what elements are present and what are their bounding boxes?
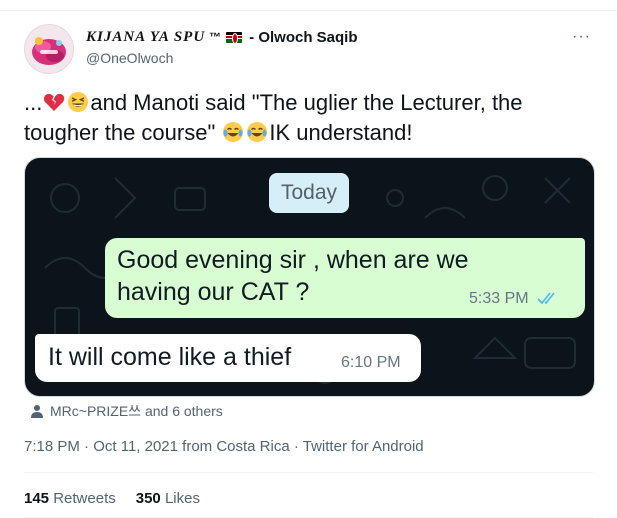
outgoing-message-time: 5:33 PM <box>469 290 529 307</box>
meta-separator: · <box>79 438 94 455</box>
retweets-stat[interactable]: 145 Retweets <box>24 490 116 507</box>
author-handle[interactable]: @OneOlwoch <box>86 50 173 66</box>
kenya-flag-icon <box>226 31 243 43</box>
person-icon <box>31 405 43 418</box>
trademark-mark: ™ <box>209 30 222 44</box>
tagged-users[interactable]: MRc~PRIZE쓰 and 6 others <box>30 402 223 420</box>
author-display-name[interactable]: KIJANA YA SPU <box>86 29 205 46</box>
retweets-count: 145 <box>24 490 50 507</box>
outgoing-message-text: Good evening sir , when are we having ou… <box>117 246 469 306</box>
grinning-squinting-face-icon <box>67 91 89 113</box>
tweet-image-chat-screenshot[interactable]: Today Good evening sir , when are we hav… <box>24 157 595 397</box>
face-with-tears-of-joy-icon <box>246 121 268 143</box>
tweet-text: ... and Manoti said "The uglier the Lectu… <box>24 88 594 148</box>
face-with-tears-of-joy-icon <box>222 121 244 143</box>
top-border <box>0 0 617 11</box>
tweet-time-link[interactable]: 7:18 PM <box>24 438 80 455</box>
tweet-text-part3: IK understand! <box>269 120 413 145</box>
author-name-row[interactable]: KIJANA YA SPU ™ - Olwoch Saqib <box>86 26 358 48</box>
likes-stat[interactable]: 350 Likes <box>136 490 200 507</box>
tweet-text-part1: ... <box>24 90 43 115</box>
broken-heart-icon <box>43 91 65 113</box>
tweet-stats: 145 Retweets 350 Likes <box>24 490 200 507</box>
likes-label: Likes <box>164 490 200 507</box>
meta-separator: · <box>289 438 303 455</box>
author-name-suffix[interactable]: - Olwoch Saqib <box>249 29 357 46</box>
more-options-icon[interactable]: ··· <box>572 28 591 46</box>
double-check-icon <box>537 292 555 305</box>
avatar[interactable] <box>24 24 74 74</box>
tagged-users-text[interactable]: MRc~PRIZE쓰 and 6 others <box>50 401 223 421</box>
retweets-label: Retweets <box>53 490 116 507</box>
date-chip: Today <box>269 173 350 213</box>
incoming-message-time: 6:10 PM <box>341 354 401 371</box>
tweet-date-link[interactable]: Oct 11, 2021 from Costa Rica <box>93 438 289 455</box>
tweet-meta: 7:18 PM · Oct 11, 2021 from Costa Rica ·… <box>24 438 424 455</box>
likes-count: 350 <box>135 490 161 507</box>
incoming-message-bubble: It will come like a thief 6:10 PM <box>35 334 421 382</box>
divider <box>24 472 593 473</box>
incoming-message-text: It will come like a thief <box>48 343 292 371</box>
tweet-source-link[interactable]: Twitter for Android <box>303 438 424 455</box>
outgoing-message-bubble: Good evening sir , when are we having ou… <box>105 238 585 318</box>
